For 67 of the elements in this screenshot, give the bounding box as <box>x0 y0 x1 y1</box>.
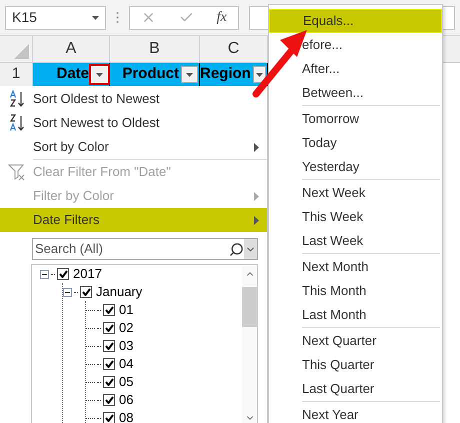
menu-item[interactable]: Next Week <box>269 181 442 205</box>
menu-item[interactable]: Sort by Color <box>0 135 267 159</box>
menu-item[interactable]: Last Quarter <box>269 377 442 401</box>
sort-icon <box>8 114 26 132</box>
tree-item-label[interactable]: January <box>96 282 142 302</box>
menu-item[interactable]: Last Month <box>269 303 442 327</box>
submenu-arrow-icon <box>254 192 259 200</box>
filter-dropdown-button[interactable] <box>181 66 198 83</box>
checkbox[interactable] <box>80 286 92 298</box>
clear-filter-icon <box>8 163 26 181</box>
header-cell: Date <box>33 63 110 86</box>
tree-item-label[interactable]: 04 <box>119 354 134 374</box>
menu-item[interactable]: Next Quarter <box>269 329 442 353</box>
menu-item[interactable]: Date Filters <box>0 208 267 232</box>
caret-icon <box>186 72 193 76</box>
submenu-arrow-icon <box>254 216 259 224</box>
checkbox[interactable] <box>103 394 115 406</box>
search-field[interactable]: Search (All) <box>32 238 258 260</box>
column-header[interactable]: B <box>110 36 200 62</box>
menu-item[interactable]: Yesterday <box>269 155 442 179</box>
search-input[interactable]: Search (All) <box>33 239 229 259</box>
menu-item[interactable]: Next Month <box>269 255 442 279</box>
menu-item[interactable]: Between... <box>269 81 442 105</box>
menu-item[interactable]: Equals... <box>269 9 442 33</box>
tree-item-label[interactable]: 03 <box>119 336 134 356</box>
tree-item-label[interactable]: 08 <box>119 408 134 423</box>
scrollbar[interactable] <box>242 265 257 423</box>
tree-item-label[interactable]: 06 <box>119 390 134 410</box>
dropdown-caret-icon <box>92 16 99 20</box>
tree-item-label[interactable]: 05 <box>119 372 134 392</box>
checkbox[interactable] <box>57 268 69 280</box>
menu-item[interactable]: This Month <box>269 279 442 303</box>
menu-item[interactable]: Tomorrow <box>269 107 442 131</box>
row-header[interactable]: 1 <box>0 63 33 86</box>
menu-item[interactable]: Sort Oldest to Newest <box>0 87 267 111</box>
sort-icon <box>8 90 26 108</box>
menu-item[interactable]: efore... <box>269 33 442 57</box>
caret-icon <box>256 72 263 76</box>
checkbox[interactable] <box>103 304 115 316</box>
checkbox[interactable] <box>103 412 115 423</box>
tree-item-label[interactable]: 2017 <box>73 264 102 284</box>
checkbox[interactable] <box>103 340 115 352</box>
checkbox[interactable] <box>103 376 115 388</box>
search-icon[interactable] <box>229 242 244 256</box>
header-cell: Region <box>200 63 268 86</box>
tree-item-label[interactable]: 01 <box>119 300 134 320</box>
menu-item[interactable]: This Week <box>269 205 442 229</box>
collapse-icon[interactable] <box>63 288 72 296</box>
column-header[interactable]: A <box>33 36 110 62</box>
checkbox[interactable] <box>103 322 115 334</box>
menu-item[interactable]: Next Year <box>269 403 442 423</box>
submenu-arrow-icon <box>254 142 259 152</box>
menu-item[interactable]: Today <box>269 131 442 155</box>
menu-item[interactable]: After... <box>269 57 442 81</box>
filter-dropdown-button[interactable] <box>252 66 266 83</box>
header-cell: Product <box>110 63 200 86</box>
filter-dropdown-button[interactable] <box>91 66 108 83</box>
insert-function-button[interactable]: fx <box>216 7 227 28</box>
name-box[interactable]: K15 <box>5 6 106 30</box>
menu-item[interactable]: Sort Newest to Oldest <box>0 111 267 135</box>
caret-icon <box>96 72 103 76</box>
collapse-icon[interactable] <box>40 270 49 278</box>
menu-item[interactable]: Last Week <box>269 229 442 253</box>
menu-item[interactable]: This Quarter <box>269 353 442 377</box>
drag-handle-icon <box>116 11 119 24</box>
checkbox[interactable] <box>103 358 115 370</box>
tree-item-label[interactable]: 02 <box>119 318 134 338</box>
